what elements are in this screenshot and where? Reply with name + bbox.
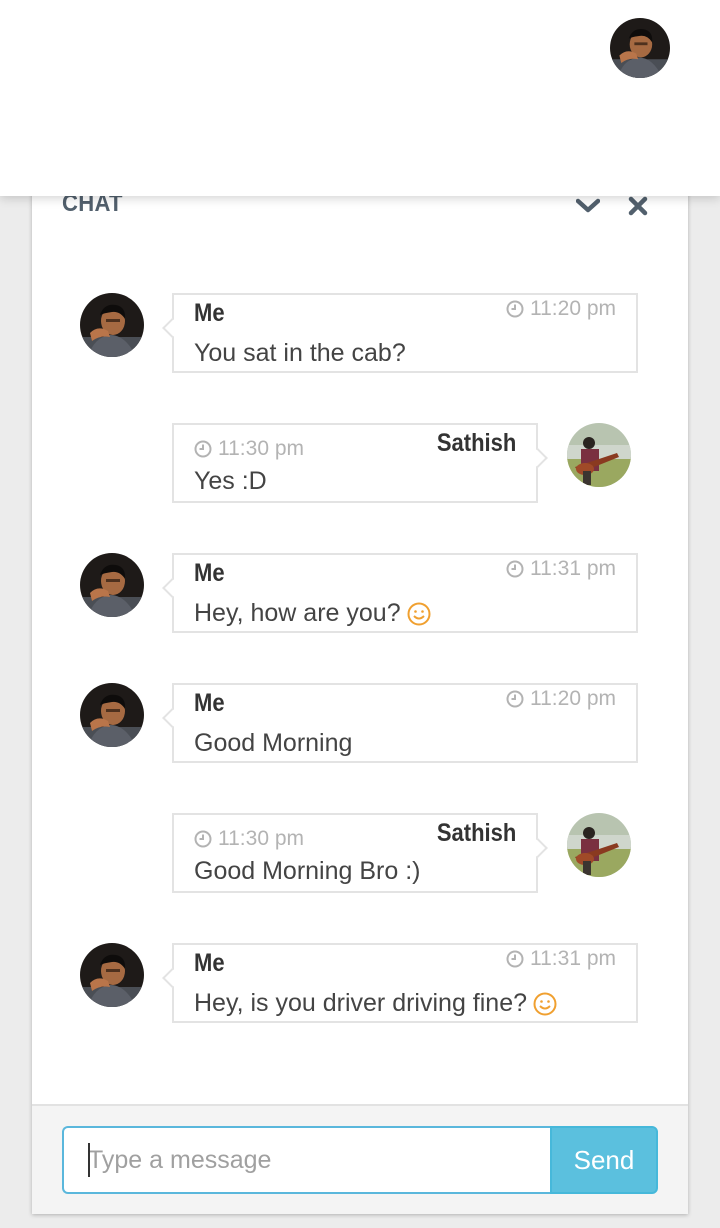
clock-icon <box>506 560 524 578</box>
me-avatar[interactable] <box>80 943 144 1007</box>
message-time: 11:30 pm <box>194 437 304 461</box>
time-label: 11:30 pm <box>218 437 304 460</box>
clock-icon <box>194 830 212 848</box>
message-time: 11:31 pm <box>506 947 616 971</box>
bubble-tail <box>162 708 182 728</box>
message-bubble: Sathish 11:30 pm Good Morning Bro :) <box>172 813 548 893</box>
bubble-tail <box>162 318 182 338</box>
clock-icon <box>506 950 524 968</box>
message-body: You sat in the cab? <box>194 339 406 367</box>
time-label: 11:20 pm <box>530 687 616 710</box>
clock-icon <box>194 440 212 458</box>
sender-name: Me <box>194 559 225 587</box>
composer: Send <box>32 1104 688 1214</box>
bubble-tail <box>528 838 548 858</box>
message-text: Good Morning <box>194 729 352 758</box>
message-input[interactable] <box>62 1126 552 1194</box>
message-body: Hey, is you driver driving fine? <box>194 989 528 1017</box>
message-text: You sat in the cab? <box>194 339 406 368</box>
close-icon[interactable] <box>624 192 652 220</box>
message-body: Yes :D <box>194 467 267 495</box>
me-avatar[interactable] <box>80 293 144 357</box>
message-time: 11:30 pm <box>194 827 304 851</box>
clock-icon <box>506 690 524 708</box>
message-body: Good Morning Bro :) <box>194 857 421 885</box>
message-time: 11:20 pm <box>506 687 616 711</box>
sender-name: Sathish <box>436 429 516 457</box>
message-bubble: Me 11:20 pm Good Morning <box>162 683 638 763</box>
me-avatar[interactable] <box>80 553 144 617</box>
message-bubble: Me 11:20 pm You sat in the cab? <box>162 293 638 373</box>
text-caret <box>88 1143 90 1177</box>
time-label: 11:31 pm <box>530 557 616 580</box>
sender-name: Me <box>194 299 225 327</box>
message-text: Good Morning Bro :) <box>194 857 421 886</box>
sender-name: Me <box>194 689 225 717</box>
send-button[interactable]: Send <box>550 1126 658 1194</box>
user-avatar[interactable] <box>610 18 670 78</box>
bubble-tail <box>162 968 182 988</box>
bubble-tail <box>528 448 548 468</box>
me-avatar[interactable] <box>80 683 144 747</box>
time-label: 11:31 pm <box>530 947 616 970</box>
message-time: 11:20 pm <box>506 297 616 321</box>
message-text: Yes :D <box>194 467 267 496</box>
message-bubble: Me 11:31 pm Hey, is you driver driving fin… <box>162 943 638 1023</box>
sathish-avatar[interactable] <box>567 813 631 877</box>
bubble-tail <box>162 578 182 598</box>
message-time: 11:31 pm <box>506 557 616 581</box>
message-bubble: Me 11:31 pm Hey, how are you? <box>162 553 638 633</box>
smiley-icon <box>533 992 557 1016</box>
chat-panel: CHAT Me 11:20 pm You sat in the cab? Sathis… <box>32 160 688 1214</box>
time-label: 11:30 pm <box>218 827 304 850</box>
sathish-avatar[interactable] <box>567 423 631 487</box>
message-body: Good Morning <box>194 729 353 757</box>
clock-icon <box>506 300 524 318</box>
message-text: Hey, how are you? <box>194 599 431 628</box>
top-bar <box>0 0 720 196</box>
time-label: 11:20 pm <box>530 297 616 320</box>
chevron-down-icon[interactable] <box>574 192 602 220</box>
message-bubble: Sathish 11:30 pm Yes :D <box>172 423 548 503</box>
message-text: Hey, is you driver driving fine? <box>194 989 557 1018</box>
sender-name: Me <box>194 949 225 977</box>
message-body: Hey, how are you? <box>194 599 401 627</box>
smiley-icon <box>407 602 431 626</box>
sender-name: Sathish <box>436 819 516 847</box>
